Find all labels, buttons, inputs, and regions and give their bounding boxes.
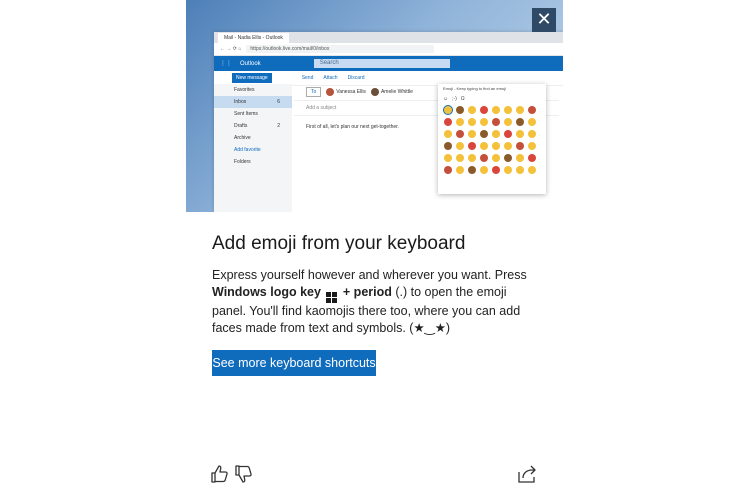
folder-item: Sent Items — [234, 111, 258, 117]
emoji-tile — [492, 118, 500, 126]
desc-bold-period: + period — [342, 285, 392, 299]
close-button[interactable]: ✕ — [532, 8, 556, 32]
emoji-tile — [504, 106, 512, 114]
outlook-search: Search — [313, 59, 450, 68]
emoji-tile — [504, 130, 512, 138]
new-message-button: New message — [232, 73, 272, 83]
emoji-tile — [444, 154, 452, 162]
emoji-tile — [444, 118, 452, 126]
emoji-tile — [468, 118, 476, 126]
emoji-tile — [528, 106, 536, 114]
emoji-tile — [492, 166, 500, 174]
compose-pane: To Vanessa Ellis Amelie Whittle Add a su… — [294, 84, 559, 212]
emoji-tile — [504, 154, 512, 162]
emoji-tile — [480, 130, 488, 138]
emoji-tile — [516, 130, 524, 138]
emoji-tile — [456, 118, 464, 126]
emoji-tile — [480, 154, 488, 162]
folder-sidebar: Favorites Inbox 6 Sent Items Drafts 2 Arch… — [214, 84, 292, 212]
discard-command: Discard — [347, 75, 365, 81]
emoji-tile — [504, 142, 512, 150]
browser-screenshot: Mail - Nadia Ellis - Outlook ← → ⟳ ⌂ htt… — [214, 32, 563, 212]
emoji-tile — [480, 106, 488, 114]
emoji-tile — [492, 154, 500, 162]
emoji-tile — [528, 154, 536, 162]
thumbs-down-icon[interactable] — [234, 464, 254, 484]
emoji-panel: Emoji - Keep typing to find an emoji ☺ ;-… — [438, 84, 546, 194]
emoji-tile — [516, 106, 524, 114]
emoji-tile — [456, 106, 464, 114]
avatar — [370, 88, 379, 96]
emoji-tile — [504, 118, 512, 126]
hero-image: Mail - Nadia Ellis - Outlook ← → ⟳ ⌂ htt… — [186, 0, 563, 212]
emoji-tile — [492, 106, 500, 114]
share-icon[interactable] — [517, 464, 537, 484]
attach-command: Attach — [323, 75, 338, 81]
send-command: Send — [301, 75, 314, 81]
recipient-chip: Amelie Whittle — [370, 88, 413, 96]
close-icon: ✕ — [536, 9, 552, 29]
emoji-tile — [468, 154, 476, 162]
emoji-grid — [438, 104, 546, 176]
folder-item: Folders — [234, 159, 251, 165]
avatar — [326, 88, 335, 96]
thumbs-up-icon[interactable] — [210, 464, 230, 484]
emoji-tile — [480, 166, 488, 174]
emoji-tile — [480, 118, 488, 126]
emoji-panel-tabs: ☺ ;-) Ω — [443, 96, 465, 102]
emoji-tile — [468, 142, 476, 150]
emoji-tile — [516, 166, 524, 174]
tip-title: Add emoji from your keyboard — [212, 233, 466, 254]
tip-description: Express yourself however and wherever yo… — [212, 267, 542, 337]
emoji-tile — [444, 142, 452, 150]
emoji-tile — [528, 130, 536, 138]
emoji-tile — [468, 166, 476, 174]
browser-tab: Mail - Nadia Ellis - Outlook — [218, 33, 289, 43]
folder-item: Archive — [234, 135, 251, 141]
address-bar: ← → ⟳ ⌂ https://outlook.live.com/mail/0/… — [214, 43, 563, 56]
browser-tabbar: Mail - Nadia Ellis - Outlook — [214, 32, 563, 43]
emoji-tile — [456, 130, 464, 138]
emoji-tile — [456, 166, 464, 174]
emoji-tile — [456, 142, 464, 150]
emoji-tile — [528, 142, 536, 150]
emoji-tile — [443, 105, 453, 115]
emoji-tile — [504, 166, 512, 174]
folder-item: Inbox 6 — [214, 96, 292, 108]
emoji-tile — [468, 106, 476, 114]
folder-item: Drafts 2 — [234, 123, 280, 129]
desc-text: Express yourself however and wherever yo… — [212, 268, 527, 282]
recipient-chip: Vanessa Ellis — [326, 88, 366, 96]
outlook-header: ⋮⋮ Outlook Search — [214, 56, 563, 71]
desc-bold-key: Windows logo key — [212, 285, 321, 299]
emoji-tile — [516, 118, 524, 126]
nav-arrows-icon: ← → ⟳ ⌂ — [220, 46, 242, 52]
emoji-panel-header: Emoji - Keep typing to find an emoji — [443, 86, 506, 91]
folder-item: Add favorite — [234, 147, 261, 153]
emoji-tile — [528, 166, 536, 174]
windows-logo-icon — [326, 292, 338, 303]
emoji-tile — [480, 142, 488, 150]
tip-card: Mail - Nadia Ellis - Outlook ← → ⟳ ⌂ htt… — [186, 0, 563, 501]
emoji-tile — [492, 130, 500, 138]
see-more-shortcuts-button[interactable]: See more keyboard shortcuts — [212, 350, 376, 376]
emoji-tile — [528, 118, 536, 126]
app-launcher-icon: ⋮⋮ — [220, 61, 232, 67]
emoji-tile — [456, 154, 464, 162]
folder-item: Favorites — [234, 87, 255, 93]
emoji-tile — [492, 142, 500, 150]
emoji-tile — [516, 154, 524, 162]
app-name: Outlook — [240, 60, 261, 67]
emoji-tile — [516, 142, 524, 150]
emoji-tile — [444, 166, 452, 174]
to-label: To — [306, 87, 322, 97]
emoji-tile — [468, 130, 476, 138]
url-text: https://outlook.live.com/mail/0/inbox — [246, 45, 435, 53]
emoji-tile — [444, 130, 452, 138]
